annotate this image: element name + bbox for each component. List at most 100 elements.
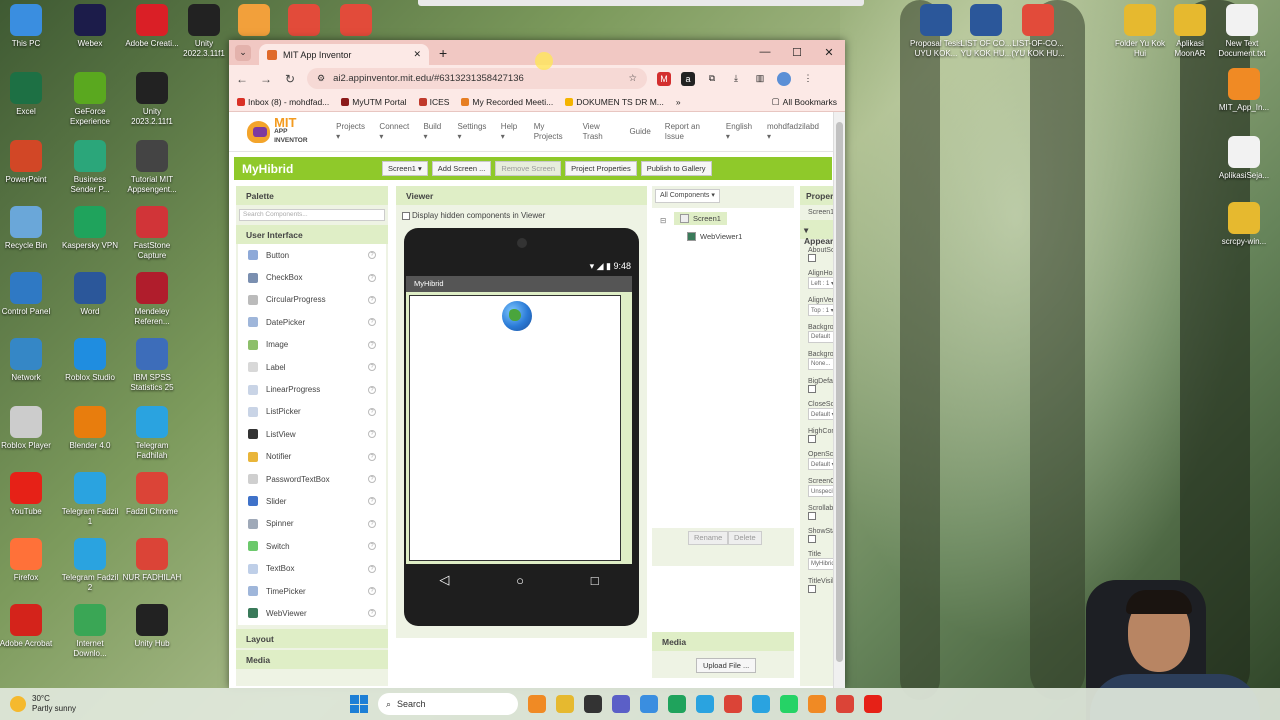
help-icon[interactable]: ? xyxy=(368,564,376,573)
reload-icon[interactable]: ↻ xyxy=(283,72,297,86)
property-value[interactable]: Left : 1 ▾ xyxy=(808,277,833,289)
delete-button[interactable]: Delete xyxy=(728,531,762,545)
desktop-icon[interactable]: Blender 4.0 xyxy=(60,406,120,451)
desktop-icon[interactable]: Roblox Studio xyxy=(60,338,120,383)
palette-item[interactable]: Switch? xyxy=(238,535,386,557)
desktop-icon[interactable]: Tutorial MIT Appsengent... xyxy=(122,140,182,195)
desktop-icon[interactable]: LIST-OF-CO... (YU KOK HU... xyxy=(1008,4,1068,59)
desktop-icon[interactable]: FastStone Capture xyxy=(122,206,182,261)
palette-item[interactable]: Notifier? xyxy=(238,446,386,468)
upload-file-button[interactable]: Upload File ... xyxy=(696,658,757,673)
tree-node-webviewer1[interactable]: WebViewer1 xyxy=(687,232,742,241)
bookmark-item[interactable]: MyUTM Portal xyxy=(341,97,407,107)
bookmark-item[interactable]: My Recorded Meeti... xyxy=(461,97,553,107)
desktop-icon[interactable]: Telegram Fadzil 1 xyxy=(60,472,120,527)
close-tab-icon[interactable]: ✕ xyxy=(413,49,421,60)
display-hidden-checkbox[interactable]: Display hidden components in Viewer xyxy=(402,211,641,220)
close-window-icon[interactable]: ✕ xyxy=(813,46,845,59)
site-info-icon[interactable]: ⚙ xyxy=(317,73,325,84)
property-checkbox[interactable] xyxy=(808,435,816,443)
nav-link[interactable]: English ▾ xyxy=(726,122,753,142)
palette-item[interactable]: Button? xyxy=(238,244,386,266)
desktop-icon[interactable]: Recycle Bin xyxy=(0,206,56,251)
bookmark-item[interactable]: Inbox (8) - mohdfad... xyxy=(237,97,329,107)
taskbar-app-icon[interactable] xyxy=(528,695,546,713)
desktop-icon[interactable]: New Text Document.txt xyxy=(1212,4,1272,59)
publish-to-gallery-button[interactable]: Publish to Gallery xyxy=(640,161,712,176)
property-value[interactable]: Default xyxy=(808,331,833,343)
desktop-icon[interactable]: Adobe Acrobat xyxy=(0,604,56,649)
desktop-icon[interactable]: GeForce Experience xyxy=(60,72,120,127)
help-icon[interactable]: ? xyxy=(368,475,376,484)
help-icon[interactable]: ? xyxy=(368,587,376,596)
property-checkbox[interactable] xyxy=(808,385,816,393)
remove-screen-button[interactable]: Remove Screen xyxy=(495,161,562,176)
desktop-icon[interactable]: Fadzil Chrome xyxy=(122,472,182,517)
palette-item[interactable]: TextBox? xyxy=(238,557,386,579)
desktop-icon[interactable]: Webex xyxy=(60,4,120,49)
bookmark-item[interactable]: ICES xyxy=(418,97,449,107)
page-scrollbar[interactable] xyxy=(833,112,845,688)
profile-avatar[interactable] xyxy=(777,71,791,86)
palette-item[interactable]: Label? xyxy=(238,356,386,378)
url-input[interactable]: ⚙ ai2.appinventor.mit.edu/#6313231358427… xyxy=(307,68,647,89)
desktop-icon[interactable]: Unity 2023.2.11f1 xyxy=(122,72,182,127)
phone-screen[interactable] xyxy=(406,292,632,564)
menu-kebab-icon[interactable]: ⋮ xyxy=(801,72,815,86)
palette-item[interactable]: ListView? xyxy=(238,423,386,445)
webviewer-component[interactable] xyxy=(409,295,621,561)
desktop-icon[interactable]: NUR FADHILAH xyxy=(122,538,182,583)
palette-item[interactable]: Slider? xyxy=(238,490,386,512)
help-icon[interactable]: ? xyxy=(368,295,376,304)
palette-item[interactable]: WebViewer? xyxy=(238,602,386,624)
desktop-icon[interactable]: Control Panel xyxy=(0,272,56,317)
tab-mit-app-inventor[interactable]: MIT App Inventor ✕ xyxy=(259,44,429,65)
bookmark-item[interactable]: DOKUMEN TS DR M... xyxy=(565,97,664,107)
rename-button[interactable]: Rename xyxy=(688,531,729,545)
desktop-icon[interactable]: Kaspersky VPN xyxy=(60,206,120,251)
help-icon[interactable]: ? xyxy=(368,452,376,461)
palette-section-media[interactable]: Media xyxy=(236,649,388,669)
palette-search-input[interactable]: Search Components... xyxy=(239,209,385,221)
taskbar-app-icon[interactable] xyxy=(780,695,798,713)
nav-link[interactable]: My Projects xyxy=(534,122,569,142)
tab-search-button[interactable]: ⌄ xyxy=(235,44,251,61)
desktop-icon[interactable]: IBM SPSS Statistics 25 xyxy=(122,338,182,393)
more-bookmarks-icon[interactable]: » xyxy=(676,97,681,107)
help-icon[interactable]: ? xyxy=(368,251,376,260)
project-properties-button[interactable]: Project Properties xyxy=(565,161,637,176)
help-icon[interactable]: ? xyxy=(368,385,376,394)
desktop-icon[interactable]: Telegram Fadhilah xyxy=(122,406,182,461)
taskbar-app-icon[interactable] xyxy=(864,695,882,713)
property-value[interactable]: Unspecified ▾ xyxy=(808,485,833,497)
download-icon[interactable]: ⤓ xyxy=(729,72,743,86)
desktop-icon[interactable]: Telegram Fadzil 2 xyxy=(60,538,120,593)
nav-link[interactable]: Build ▾ xyxy=(423,122,443,142)
screen-selector[interactable]: Screen1 ▾ xyxy=(382,161,428,176)
nav-link[interactable]: Settings ▾ xyxy=(458,122,487,142)
property-value[interactable]: Default ▾ xyxy=(808,458,833,470)
property-value[interactable]: None... xyxy=(808,358,833,370)
taskbar-app-icon[interactable] xyxy=(836,695,854,713)
taskbar-app-icon[interactable] xyxy=(640,695,658,713)
help-icon[interactable]: ? xyxy=(368,340,376,349)
desktop-icon[interactable]: MIT_App_In... xyxy=(1214,68,1274,113)
back-icon[interactable]: ← xyxy=(235,72,249,86)
desktop-icon[interactable]: Excel xyxy=(0,72,56,117)
palette-section-user-interface[interactable]: User Interface xyxy=(236,225,388,244)
nav-link[interactable]: mohdfadzilabd ▾ xyxy=(767,122,819,142)
palette-item[interactable]: Image? xyxy=(238,334,386,356)
property-value[interactable]: MyHibrid xyxy=(808,558,833,570)
taskbar-app-icon[interactable] xyxy=(612,695,630,713)
nav-link[interactable]: View Trash xyxy=(583,122,616,142)
desktop-icon[interactable]: Network xyxy=(0,338,56,383)
palette-item[interactable]: PasswordTextBox? xyxy=(238,468,386,490)
palette-item[interactable]: Spinner? xyxy=(238,513,386,535)
scrollbar-thumb[interactable] xyxy=(836,122,843,662)
extensions-puzzle-icon[interactable]: ⧉ xyxy=(705,72,719,86)
taskbar-app-icon[interactable] xyxy=(556,695,574,713)
desktop-icon[interactable]: Roblox Player xyxy=(0,406,56,451)
add-screen-button[interactable]: Add Screen ... xyxy=(431,161,492,176)
help-icon[interactable]: ? xyxy=(368,363,376,372)
help-icon[interactable]: ? xyxy=(368,609,376,618)
